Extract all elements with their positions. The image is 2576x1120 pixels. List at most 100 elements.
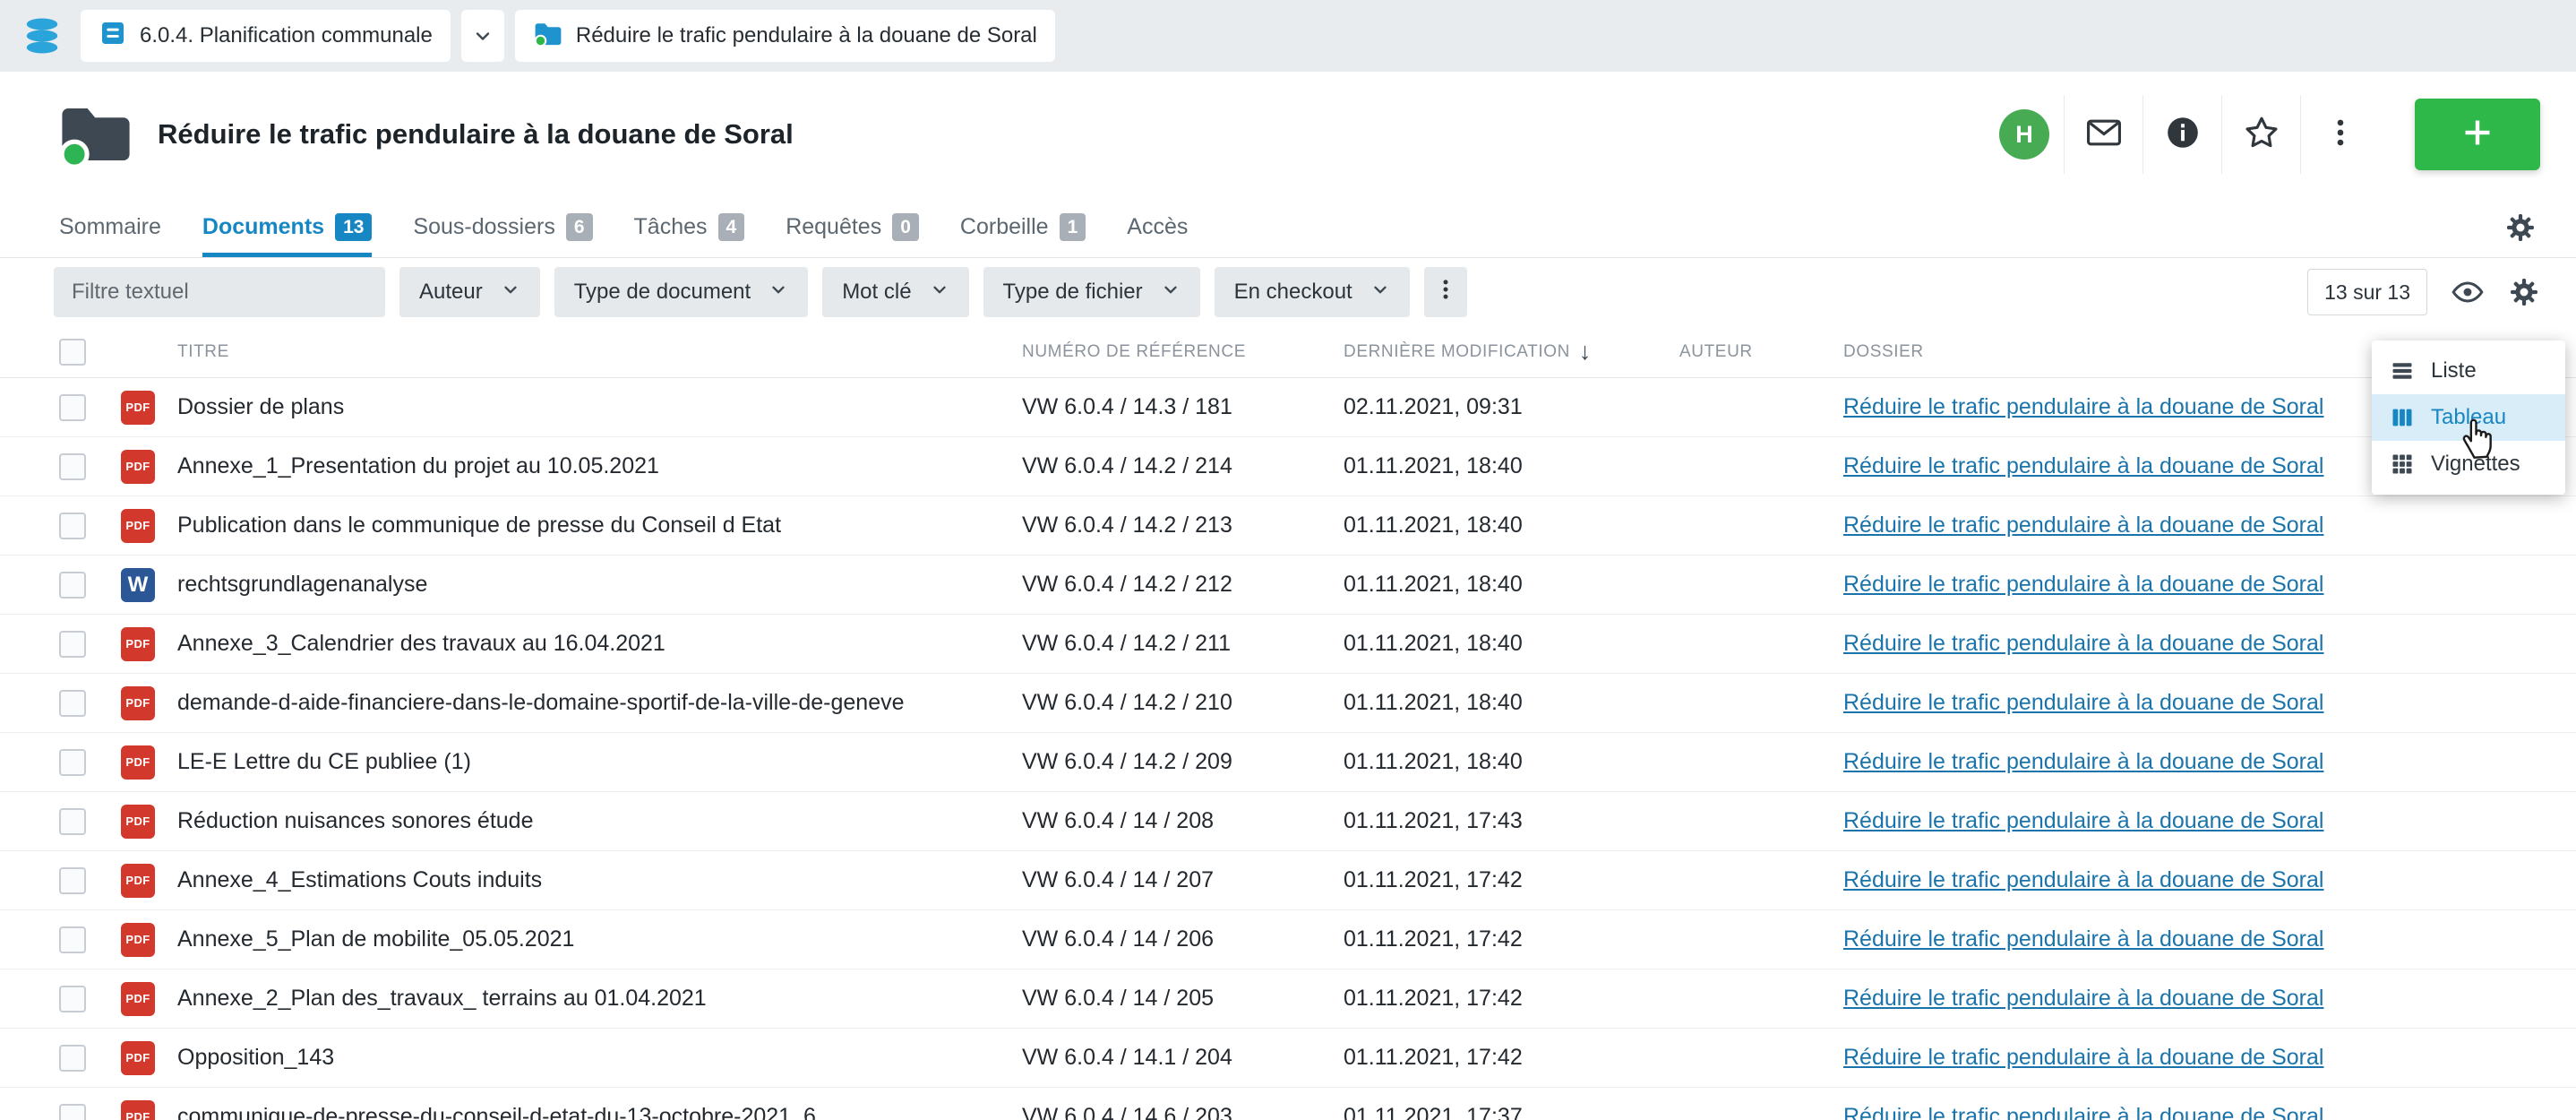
mail-button[interactable] [2064,95,2142,174]
row-checkbox[interactable] [59,690,86,717]
file-type-cell: PDF [121,982,155,1016]
folder-link[interactable]: Réduire le trafic pendulaire à la douane… [1843,513,2323,538]
last-modified: 01.11.2021, 17:42 [1344,1045,1679,1071]
table-row[interactable]: PDF Publication dans le communique de pr… [0,496,2576,556]
more-filters-button[interactable] [1424,267,1467,317]
add-button[interactable] [2415,99,2540,170]
document-title[interactable]: communique-de-presse-du-conseil-d-etat-d… [177,1104,1022,1120]
tab-sommaire[interactable]: Sommaire [59,197,161,257]
folder-link[interactable]: Réduire le trafic pendulaire à la douane… [1843,453,2323,478]
gear-icon[interactable] [2508,276,2540,308]
row-checkbox[interactable] [59,808,86,835]
table-row[interactable]: PDF Annexe_2_Plan des_travaux_ terrains … [0,969,2576,1029]
document-title[interactable]: Publication dans le communique de presse… [177,513,1022,538]
file-type-cell: PDF [121,450,155,484]
sort-desc-icon[interactable]: ↓ [1579,340,1592,364]
filter-en-checkout-dropdown[interactable]: En checkout [1215,267,1410,317]
column-header-auteur[interactable]: AUTEUR [1679,342,1843,362]
tab-corbeille[interactable]: Corbeille 1 [960,197,1086,257]
tab-taches[interactable]: Tâches 4 [634,197,745,257]
folder-link[interactable]: Réduire le trafic pendulaire à la douane… [1843,572,2323,597]
table-row[interactable]: PDF Annexe_3_Calendrier des travaux au 1… [0,615,2576,674]
document-title[interactable]: Annexe_1_Presentation du projet au 10.05… [177,453,1022,479]
row-checkbox[interactable] [59,394,86,421]
row-checkbox[interactable] [59,986,86,1012]
folder-link[interactable]: Réduire le trafic pendulaire à la douane… [1843,749,2323,774]
row-checkbox[interactable] [59,867,86,894]
list-icon [2390,358,2415,383]
table-row[interactable]: PDF Opposition_143 VW 6.0.4 / 14.1 / 204… [0,1029,2576,1088]
breadcrumb-parent-folder[interactable]: 6.0.4. Planification communale [81,10,451,62]
tab-sous-dossiers[interactable]: Sous-dossiers 6 [413,197,592,257]
view-menu-item-vignettes[interactable]: Vignettes [2372,441,2565,487]
column-header-modification[interactable]: DERNIÈRE MODIFICATION ↓ [1344,340,1679,364]
table-row[interactable]: PDF Dossier de plans VW 6.0.4 / 14.3 / 1… [0,378,2576,437]
file-type-cell: PDF [121,627,155,661]
folder-link[interactable]: Réduire le trafic pendulaire à la douane… [1843,926,2323,952]
table-row[interactable]: PDF demande-d-aide-financiere-dans-le-do… [0,674,2576,733]
view-menu-label: Liste [2431,358,2477,383]
app-logo-icon[interactable] [21,15,63,56]
row-checkbox[interactable] [59,926,86,953]
document-title[interactable]: Annexe_2_Plan des_travaux_ terrains au 0… [177,986,1022,1012]
filter-mot-cle-dropdown[interactable]: Mot clé [822,267,968,317]
folder-link[interactable]: Réduire le trafic pendulaire à la douane… [1843,986,2323,1011]
more-actions-button[interactable] [2300,95,2379,174]
document-title[interactable]: Annexe_5_Plan de mobilite_05.05.2021 [177,926,1022,952]
folder-link[interactable]: Réduire le trafic pendulaire à la douane… [1843,631,2323,656]
filter-auteur-dropdown[interactable]: Auteur [399,267,540,317]
folder-link[interactable]: Réduire le trafic pendulaire à la douane… [1843,867,2323,892]
document-title[interactable]: LE-E Lettre du CE publiee (1) [177,749,1022,775]
select-all-checkbox[interactable] [59,339,86,366]
kebab-icon [2323,116,2357,154]
document-title[interactable]: rechtsgrundlagenanalyse [177,572,1022,598]
document-title[interactable]: Opposition_143 [177,1045,1022,1071]
row-checkbox[interactable] [59,513,86,539]
table-row[interactable]: PDF Annexe_4_Estimations Couts induits V… [0,851,2576,910]
view-menu-item-liste[interactable]: Liste [2372,348,2565,394]
info-button[interactable] [2142,95,2221,174]
filter-type-document-dropdown[interactable]: Type de document [554,267,808,317]
eye-icon[interactable] [2451,275,2485,309]
gear-icon[interactable] [2504,211,2537,244]
user-avatar[interactable]: H [1985,95,2064,174]
file-type-cell: PDF [121,745,155,780]
table-row[interactable]: PDF Réduction nuisances sonores étude VW… [0,792,2576,851]
row-checkbox[interactable] [59,749,86,776]
favorite-button[interactable] [2221,95,2300,174]
breadcrumb-expand-button[interactable] [461,10,504,62]
folder-link[interactable]: Réduire le trafic pendulaire à la douane… [1843,394,2323,419]
document-title[interactable]: demande-d-aide-financiere-dans-le-domain… [177,690,1022,716]
view-menu-item-tableau[interactable]: Tableau [2372,394,2565,441]
row-checkbox[interactable] [59,572,86,599]
folder-link[interactable]: Réduire le trafic pendulaire à la douane… [1843,690,2323,715]
row-checkbox[interactable] [59,453,86,480]
column-header-titre[interactable]: TITRE [177,342,1022,362]
document-title[interactable]: Annexe_4_Estimations Couts induits [177,867,1022,893]
folder-link[interactable]: Réduire le trafic pendulaire à la douane… [1843,808,2323,833]
table-row[interactable]: PDF communique-de-presse-du-conseil-d-et… [0,1088,2576,1120]
search-input[interactable] [54,267,385,317]
table-row[interactable]: PDF Annexe_1_Presentation du projet au 1… [0,437,2576,496]
folder-link[interactable]: Réduire le trafic pendulaire à la douane… [1843,1104,2323,1120]
table-row[interactable]: PDF LE-E Lettre du CE publiee (1) VW 6.0… [0,733,2576,792]
breadcrumb-current-folder[interactable]: Réduire le trafic pendulaire à la douane… [515,10,1055,62]
tab-label: Corbeille [960,214,1049,240]
document-title[interactable]: Réduction nuisances sonores étude [177,808,1022,834]
column-header-reference[interactable]: NUMÉRO DE RÉFÉRENCE [1022,342,1344,362]
row-checkbox[interactable] [59,631,86,658]
row-checkbox[interactable] [59,1104,86,1120]
tab-acces[interactable]: Accès [1127,197,1188,257]
filter-label: Type de document [574,280,751,305]
document-title[interactable]: Annexe_3_Calendrier des travaux au 16.04… [177,631,1022,657]
tab-documents[interactable]: Documents 13 [202,197,373,257]
table-row[interactable]: PDF Annexe_5_Plan de mobilite_05.05.2021… [0,910,2576,969]
tab-requetes[interactable]: Requêtes 0 [786,197,919,257]
pdf-icon: PDF [121,450,155,484]
document-title[interactable]: Dossier de plans [177,394,1022,420]
last-modified: 01.11.2021, 18:40 [1344,453,1679,479]
table-row[interactable]: W rechtsgrundlagenanalyse VW 6.0.4 / 14.… [0,556,2576,615]
row-checkbox[interactable] [59,1045,86,1072]
filter-type-fichier-dropdown[interactable]: Type de fichier [983,267,1200,317]
folder-link[interactable]: Réduire le trafic pendulaire à la douane… [1843,1045,2323,1070]
